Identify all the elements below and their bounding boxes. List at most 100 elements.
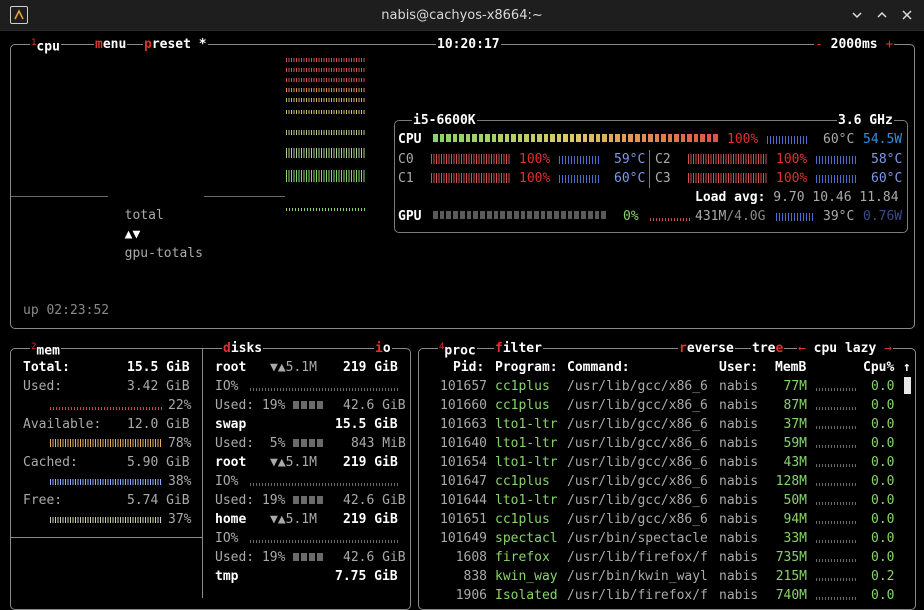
col-cpu[interactable]: Cpu% [863, 358, 894, 377]
gpu-bar-segment [567, 211, 573, 219]
cpu-bar-segment [693, 134, 699, 142]
disk-name: home [215, 512, 247, 527]
tree-button[interactable]: tree [751, 339, 785, 358]
mem-tab[interactable]: 2mem [30, 338, 61, 361]
sort-prev-icon[interactable]: ← [798, 341, 806, 356]
disk-used-value: 42.6 GiB [343, 398, 406, 413]
cpu-bar-segment [569, 134, 575, 142]
mem-free-value: 5.74 GiB [127, 493, 190, 508]
process-command: /usr/lib/gcc/x86_6 [567, 474, 708, 489]
process-command: /usr/lib/gcc/x86_6 [567, 398, 708, 413]
process-command: /usr/lib/gcc/x86_6 [567, 436, 708, 451]
process-mem: 215M [775, 569, 807, 584]
process-program: Isolated [495, 588, 558, 603]
process-cpu: 0.0 [871, 417, 895, 432]
gpu-bar-segment [459, 211, 465, 219]
cpu-bar-segment [687, 134, 692, 142]
process-mem: 50M [783, 493, 807, 508]
chevron-up-icon[interactable] [873, 6, 891, 24]
chevron-down-icon[interactable] [848, 6, 866, 24]
disk-used-row: Used: 5% [215, 434, 325, 453]
process-program: cc1plus [495, 474, 550, 489]
col-user[interactable]: User: [719, 358, 758, 377]
interval-increase-button[interactable]: + [885, 37, 893, 52]
process-mem: 37M [783, 417, 807, 432]
cpu-frequency: 3.6 GHz [837, 111, 894, 130]
proc-tab[interactable]: 4proc [438, 338, 477, 361]
preset-tab-label: reset * [151, 37, 207, 52]
gpu-bar-segment [594, 211, 600, 219]
sort-next-icon[interactable]: → [884, 341, 892, 356]
gpu-bar-segment [473, 211, 479, 219]
mem-total-label: Total: [23, 360, 70, 375]
gpu-bar-segment [446, 211, 452, 219]
gpu-bar-segment [453, 211, 458, 219]
cpu-bar-segment [517, 134, 523, 142]
process-mem: 77M [783, 379, 807, 394]
col-mem[interactable]: MemB [775, 358, 806, 377]
disks-tab[interactable]: disks [222, 339, 264, 358]
load-15: 11.84 [859, 190, 899, 205]
process-cpu-graph [816, 388, 856, 391]
proc-scrollbar-thumb[interactable] [904, 377, 911, 394]
cpu-bar-segment [524, 134, 529, 142]
process-pid: 101663 [440, 417, 487, 432]
cpu-bar-segment [478, 134, 484, 142]
core-c0-percent: 100% [519, 152, 551, 167]
load-1: 9.70 [773, 190, 805, 205]
cpu-tab[interactable]: 1cpu [30, 34, 61, 57]
menu-tab[interactable]: menu [94, 35, 128, 54]
io-tab[interactable]: io [374, 339, 392, 358]
gpu-bar-segment [500, 211, 506, 219]
process-pid: 1906 [455, 588, 487, 603]
cpu-model: i5-6600K [412, 111, 477, 130]
process-program: spectacl [495, 531, 558, 546]
toggle-arrows-icon[interactable]: ▲▼ [125, 227, 141, 242]
gpu-bar-segment [540, 211, 546, 219]
cpu-bar-segment [459, 134, 464, 142]
disk-used-row: Used: 19% [215, 548, 325, 567]
cpu-bar-segment [498, 134, 503, 142]
interval-control[interactable]: - 2000ms + [814, 35, 895, 54]
process-cpu-graph [816, 483, 856, 486]
mem-used-percent: 22% [168, 398, 192, 413]
core-c2-percent: 100% [776, 152, 808, 167]
process-cpu-graph [816, 426, 856, 429]
process-program: lto1-ltr [495, 417, 558, 432]
process-command: /usr/lib/gcc/x86_6 [567, 379, 708, 394]
cpu-bar-segment [661, 134, 666, 142]
menu-tab-label: enu [102, 37, 127, 52]
process-cpu: 0.0 [871, 512, 895, 527]
process-pid: 101644 [440, 493, 487, 508]
graph-toggle[interactable]: total ▲▼ gpu-totals [108, 187, 204, 263]
sort-control[interactable]: ← cpu lazy → [797, 339, 893, 358]
scroll-up-icon[interactable]: ↑ [903, 358, 911, 377]
core-c0-temp-graph [559, 156, 599, 164]
gpu-temp: 39°C [823, 209, 855, 224]
core-label-c3: C3 [655, 171, 671, 186]
col-pid[interactable]: Pid: [453, 358, 484, 377]
gpu-totals-label: gpu-totals [124, 246, 203, 261]
filter-button[interactable]: filter [494, 339, 543, 358]
gpu-bar-segment [527, 211, 533, 219]
mem-free-percent: 37% [168, 512, 192, 527]
col-command[interactable]: Command: [567, 358, 630, 377]
mem-cached-percent: 38% [168, 474, 192, 489]
gpu-bar-segment [433, 211, 438, 219]
cpu-bar-segment [452, 134, 458, 142]
disk-size: 219 GiB [343, 512, 398, 527]
gpu-bar-segment [480, 211, 485, 219]
reverse-button[interactable]: reverse [678, 339, 735, 358]
disk-name: root [215, 455, 247, 470]
interval-decrease-button[interactable]: - [815, 37, 823, 52]
disk-size: 219 GiB [343, 455, 398, 470]
cpu-tab-label: cpu [36, 39, 60, 55]
gpu-bar-segment [507, 211, 512, 219]
process-cpu-graph [816, 540, 856, 543]
cpu-bar-segment [550, 134, 555, 142]
disk-size: 219 GiB [343, 360, 398, 375]
gpu-usage-bar [433, 211, 607, 219]
close-icon[interactable] [898, 6, 916, 24]
col-program[interactable]: Program: [495, 358, 558, 377]
preset-tab[interactable]: preset * [143, 35, 208, 54]
